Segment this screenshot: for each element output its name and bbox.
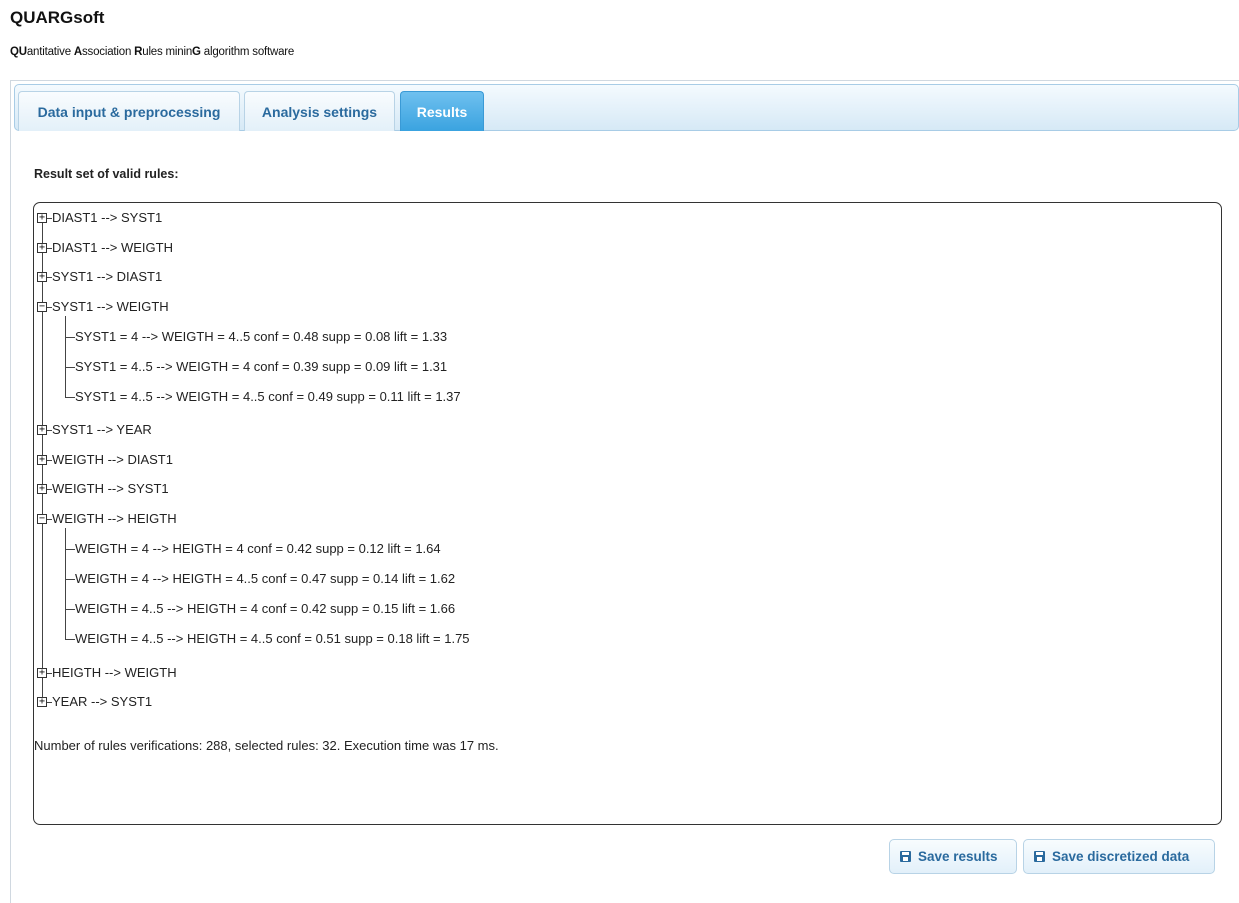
tree-branch-line	[65, 337, 75, 338]
expand-icon[interactable]: +	[37, 667, 47, 678]
tree-branch-line	[65, 549, 75, 551]
collapse-icon[interactable]: −	[37, 513, 47, 524]
button-label: Save results	[918, 849, 998, 864]
tree-node-label: SYST1 --> WEIGTH	[52, 298, 169, 314]
tree-branch-line	[65, 579, 75, 581]
tree-node[interactable]: − WEIGTH --> HEIGTH	[37, 511, 437, 527]
tree-node[interactable]: + WEIGTH --> DIAST1	[37, 452, 437, 468]
tree-node[interactable]: + SYST1 --> YEAR	[37, 422, 437, 438]
rule-label: WEIGTH = 4 --> HEIGTH = 4..5 conf = 0.47…	[75, 571, 456, 587]
results-heading: Result set of valid rules:	[34, 167, 179, 181]
tab-results[interactable]: Results	[400, 91, 484, 131]
app-title: QUARGsoft	[10, 8, 105, 27]
tree-node-label: WEIGTH --> SYST1	[52, 481, 169, 497]
tree-node-label: DIAST1 --> SYST1	[52, 210, 163, 225]
tree-node-label: WEIGTH --> DIAST1	[52, 451, 173, 467]
collapse-icon[interactable]: −	[37, 301, 47, 312]
tab-analysis-settings[interactable]: Analysis settings	[244, 91, 395, 131]
rule-label: SYST1 = 4 --> WEIGTH = 4..5 conf = 0.48 …	[75, 329, 448, 344]
subtitle-part: antitative	[26, 46, 74, 58]
tree-node-label: YEAR --> SYST1	[52, 694, 153, 710]
tree-node[interactable]: + HEIGTH --> WEIGTH	[37, 665, 437, 681]
tree-node-label: HEIGTH --> WEIGTH	[52, 664, 177, 680]
tree-node[interactable]: + DIAST1 --> SYST1	[37, 210, 437, 226]
save-results-button[interactable]: Save results	[889, 839, 1017, 874]
save-disk-icon	[1034, 851, 1045, 862]
tree-node[interactable]: + YEAR --> SYST1	[37, 694, 437, 710]
tab-bar: Data input & preprocessing Analysis sett…	[14, 84, 1239, 131]
subtitle-part: algorithm software	[200, 46, 295, 58]
rule-label: SYST1 = 4..5 --> WEIGTH = 4..5 conf = 0.…	[75, 388, 461, 404]
subtitle-part: ules minin	[142, 46, 193, 58]
tree-node[interactable]: − SYST1 --> WEIGTH	[37, 299, 437, 315]
app-subtitle: QUantitative Association Rules mininG al…	[10, 46, 294, 58]
tree-node[interactable]: + DIAST1 --> WEIGTH	[37, 240, 437, 256]
tree-branch-line	[65, 638, 75, 640]
rule-label: SYST1 = 4..5 --> WEIGTH = 4 conf = 0.39 …	[75, 358, 448, 374]
expand-icon[interactable]: +	[37, 213, 47, 223]
tree-node-label: SYST1 --> DIAST1	[52, 269, 163, 284]
button-label: Save discretized data	[1052, 849, 1190, 864]
expand-icon[interactable]: +	[37, 272, 47, 282]
subtitle-part: A	[73, 46, 82, 58]
tree-branch-line	[65, 366, 75, 368]
expand-icon[interactable]: +	[37, 454, 47, 465]
tree-connector-line	[65, 316, 66, 398]
expand-icon[interactable]: +	[37, 242, 47, 253]
expand-icon[interactable]: +	[37, 697, 47, 708]
tree-branch-line	[65, 609, 75, 610]
tree-node-label: DIAST1 --> WEIGTH	[52, 239, 173, 255]
tab-label: Results	[416, 103, 468, 120]
subtitle-part: QU	[10, 46, 27, 58]
expand-icon[interactable]: +	[37, 484, 47, 495]
rule-label: WEIGTH = 4 --> HEIGTH = 4 conf = 0.42 su…	[75, 541, 441, 557]
tree-branch-line	[65, 396, 75, 398]
save-disk-icon	[900, 851, 911, 862]
rule-label: WEIGTH = 4..5 --> HEIGTH = 4..5 conf = 0…	[75, 630, 470, 646]
tab-label: Data input & preprocessing	[37, 103, 221, 120]
subtitle-part: ssociation	[82, 46, 135, 58]
save-discretized-data-button[interactable]: Save discretized data	[1023, 839, 1215, 874]
tree-node-label: SYST1 --> YEAR	[52, 422, 152, 438]
tab-label: Analysis settings	[261, 103, 378, 120]
expand-icon[interactable]: +	[37, 425, 47, 436]
execution-summary: Number of rules verifications: 288, sele…	[34, 738, 499, 753]
tab-data-input[interactable]: Data input & preprocessing	[18, 91, 240, 131]
tree-node[interactable]: + WEIGTH --> SYST1	[37, 481, 437, 497]
tree-connector-line	[65, 528, 66, 640]
tree-node[interactable]: + SYST1 --> DIAST1	[37, 269, 437, 285]
tree-node-label: WEIGTH --> HEIGTH	[52, 510, 177, 526]
rule-label: WEIGTH = 4..5 --> HEIGTH = 4 conf = 0.42…	[75, 601, 456, 616]
subtitle-part: G	[192, 46, 201, 58]
